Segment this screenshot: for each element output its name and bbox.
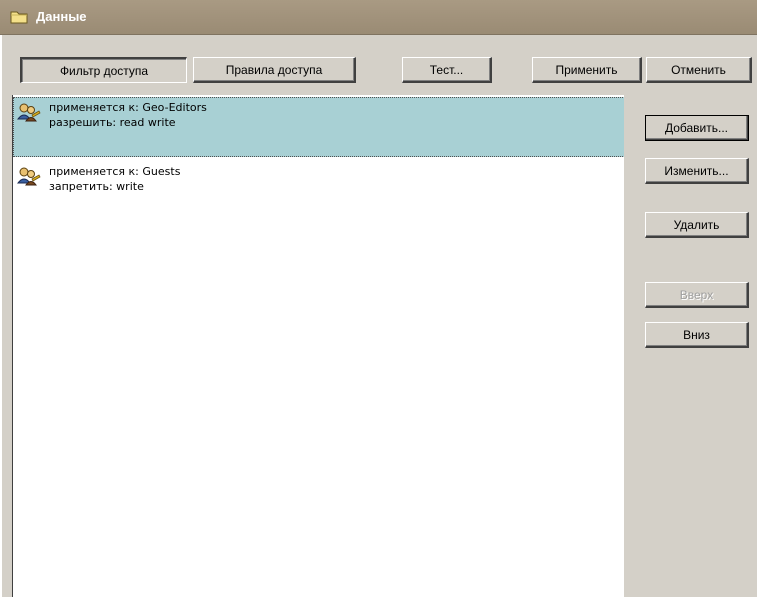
access-rules-tab[interactable]: Правила доступа — [193, 57, 356, 83]
delete-button[interactable]: Удалить — [645, 212, 749, 238]
rule-applies-to: применяется к: Geo-Editors — [49, 101, 207, 114]
rule-item[interactable]: применяется к: Geo-Editors разрешить: re… — [13, 97, 625, 157]
window-titlebar: Данные — [0, 0, 757, 35]
cancel-button[interactable]: Отменить — [646, 57, 752, 83]
users-key-icon — [16, 167, 41, 186]
users-key-icon — [16, 103, 41, 122]
rule-description: применяется к: Guests запретить: write — [49, 164, 180, 194]
rule-permission: запретить: write — [49, 180, 144, 193]
rule-item[interactable]: применяется к: Guests запретить: write — [13, 161, 625, 221]
edit-button[interactable]: Изменить... — [645, 158, 749, 184]
test-button[interactable]: Тест... — [402, 57, 492, 83]
window-title: Данные — [36, 9, 87, 24]
access-filter-tab[interactable]: Фильтр доступа — [20, 57, 187, 83]
add-button[interactable]: Добавить... — [645, 115, 749, 141]
rules-list[interactable]: применяется к: Geo-Editors разрешить: re… — [12, 95, 625, 597]
move-up-button[interactable]: Вверх — [645, 282, 749, 308]
rule-permission: разрешить: read write — [49, 116, 176, 129]
rule-description: применяется к: Geo-Editors разрешить: re… — [49, 100, 207, 130]
move-down-button[interactable]: Вниз — [645, 322, 749, 348]
apply-button[interactable]: Применить — [532, 57, 642, 83]
folder-icon — [10, 11, 28, 24]
rule-applies-to: применяется к: Guests — [49, 165, 181, 178]
